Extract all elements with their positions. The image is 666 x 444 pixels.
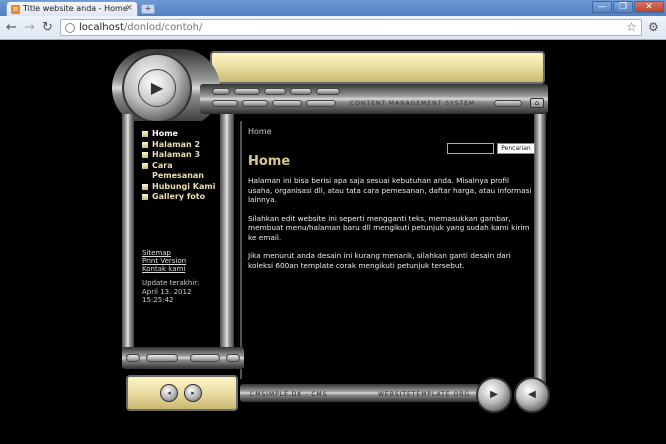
footer-credit-right: WEBSITETEMPLATE.ORG [378,391,471,398]
forward-arrow-icon[interactable]: → [24,20,35,35]
play-icon[interactable]: ▶ [138,69,176,107]
sidebar-item-gallery-foto[interactable]: Gallery foto [142,192,215,203]
paragraph: Silahkan edit website ini seperti mengga… [248,213,530,242]
sidebar-nav: Home Halaman 2 Halaman 3 Cara Pemesanan … [142,129,215,203]
sidebar-item-label: Hubungi Kami [152,181,216,191]
wrench-menu-icon[interactable]: ⚙ [648,20,659,34]
footer-credit-left: CMSIMPLE.DK - CMS [250,391,328,398]
sidebar-item-label: Gallery foto [152,192,206,201]
control-button[interactable] [190,354,220,362]
last-updated: Update terakhir: April 13. 2012 15:25:42 [142,279,199,305]
tab-strip: ≡ Title website anda - Home × + — ❐ ✕ [0,0,666,16]
tab-title: Title website anda - Home [23,4,128,13]
sitemap-link[interactable]: Sitemap [142,249,186,257]
control-button[interactable] [126,354,140,362]
breadcrumb: Home [248,127,272,136]
forward-icon[interactable]: ▸ [184,384,202,402]
browser-toolbar: ← → ↻ localhost/donlod/contoh/ ☆ ⚙ [0,16,666,40]
control-button[interactable] [146,354,178,362]
website-viewport: CONTENT MANAGEMENT SYSTEM ⌂ ▶ Home Halam… [0,41,666,444]
sidebar-item-label: Halaman 3 [152,150,201,159]
content-area: Home Pencarian Home Halaman ini bisa ber… [240,121,535,379]
header-pill [234,88,260,95]
header-pill [306,100,336,107]
bullet-icon [142,183,148,190]
right-rail [534,114,546,384]
inner-rail [220,114,234,354]
bullet-icon [142,162,148,169]
back-knob-icon[interactable]: ◀ [514,377,550,413]
updated-time: 15:25:42 [142,296,174,304]
cms-header-label: CONTENT MANAGEMENT SYSTEM [350,100,476,107]
bullet-icon [142,141,148,148]
print-version-link[interactable]: Print Version [142,257,186,265]
maximize-button[interactable]: ❐ [613,1,633,13]
bullet-icon [142,152,148,158]
paragraph: Jika menurut anda desain ini kurang mena… [248,251,511,270]
close-tab-icon[interactable]: × [125,3,133,13]
bookmark-star-icon[interactable]: ☆ [626,20,637,34]
header-pill [212,100,238,107]
search-input[interactable] [447,143,494,154]
header-pill [494,100,522,107]
sidebar-item-label: Cara Pemesanan [152,160,204,181]
sidebar-item-hubungi-kami[interactable]: Hubungi Kami [142,182,215,193]
sidebar-item-label: Home [152,129,178,138]
page-info-icon[interactable] [65,23,75,33]
back-arrow-icon[interactable]: ← [6,20,17,35]
control-button[interactable] [226,354,240,362]
header-pill [316,88,340,95]
header-pill [212,88,230,95]
bullet-icon [142,131,148,137]
minimize-button[interactable]: — [592,1,612,13]
updated-label: Update terakhir: [142,279,200,287]
sidebar-item-home[interactable]: Home [142,129,215,140]
sidebar-item-halaman-2[interactable]: Halaman 2 [142,140,215,151]
bottom-display [126,375,238,411]
reload-icon[interactable]: ↻ [42,20,53,35]
search-button[interactable]: Pencarian [497,143,535,154]
sidebar-item-cara-pemesanan[interactable]: Cara Pemesanan [142,161,215,182]
home-icon[interactable]: ⌂ [530,98,544,108]
sidebar-item-label: Halaman 2 [152,139,201,149]
header-pill [242,100,268,107]
sidebar-links: Sitemap Print Version Kontak kami [142,249,186,273]
main-knob: ▶ [122,53,192,123]
left-rail [122,114,134,354]
rewind-icon[interactable]: ◂ [160,384,178,402]
cms-favicon-icon: ≡ [11,5,20,14]
browser-tab[interactable]: ≡ Title website anda - Home × [6,1,138,16]
new-tab-button[interactable]: + [141,4,155,14]
bullet-icon [142,194,148,200]
url-text: localhost/donlod/contoh/ [79,22,202,33]
close-window-button[interactable]: ✕ [634,1,664,13]
url-path: /donlod/contoh/ [123,22,203,33]
kontak-kami-link[interactable]: Kontak kami [142,265,186,273]
header-pill [290,88,312,95]
header-pill [272,100,302,107]
page-body: Halaman ini bisa berisi apa saja sesuai … [248,176,534,279]
sidebar: Home Halaman 2 Halaman 3 Cara Pemesanan … [134,121,220,347]
window-controls: — ❐ ✕ [592,1,664,13]
url-host: localhost [79,22,124,33]
updated-date: April 13. 2012 [142,287,192,296]
page-title: Home [248,154,291,169]
paragraph: Halaman ini bisa berisi apa saja sesuai … [248,176,532,204]
header-pill [264,88,286,95]
header-display [210,51,545,84]
play-knob-icon[interactable]: ▶ [476,377,512,413]
address-bar[interactable]: localhost/donlod/contoh/ ☆ [60,19,642,36]
sidebar-item-halaman-3[interactable]: Halaman 3 [142,150,215,161]
